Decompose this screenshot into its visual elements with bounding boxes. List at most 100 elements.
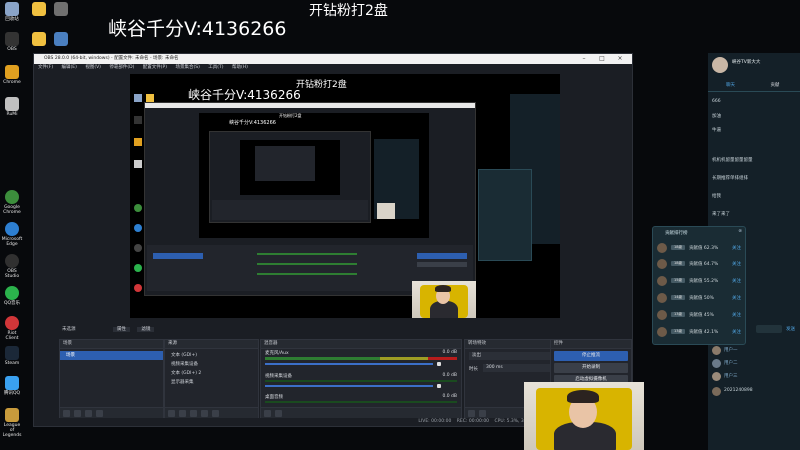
remove-transition-button[interactable] (479, 410, 486, 417)
chat-tabs: 聊天 贡献 (708, 81, 800, 92)
chat-input[interactable] (756, 325, 782, 333)
rank-row: 13级 贡献值 42.1% 关注 (657, 325, 741, 339)
viewer-row[interactable]: 2021240898 (712, 387, 796, 397)
mixer-settings-button[interactable] (264, 410, 271, 417)
source-toolbar: 未选源 属性 滤镜 (34, 325, 632, 335)
source-up-button[interactable] (201, 410, 208, 417)
add-source-button[interactable] (168, 410, 175, 417)
chat-message: 机机机留量留量留量 (712, 158, 753, 163)
source-settings-button[interactable] (190, 410, 197, 417)
send-button[interactable]: 发送 (786, 326, 795, 332)
rec-status: REC: 00:00:00 (456, 419, 490, 424)
menu-scene-collection[interactable]: 场景集合(S) (175, 65, 199, 70)
start-recording-button[interactable]: 开始录制 (554, 363, 628, 373)
volume-knob[interactable] (437, 384, 441, 388)
channel-db: 0.0 dB (442, 394, 457, 399)
minimize-icon[interactable]: – (576, 54, 592, 64)
mixer-menu-button[interactable] (275, 410, 282, 417)
desktop-icon-qq-music[interactable]: QQ音乐 (1, 286, 23, 306)
follow-button[interactable]: 关注 (732, 295, 741, 301)
maximize-icon[interactable]: □ (594, 54, 610, 64)
menu-tools[interactable]: 工具(T) (208, 65, 223, 70)
desktop-icon-recycle[interactable]: 回收站 (1, 2, 23, 22)
menu-file[interactable]: 文件(F) (38, 65, 53, 70)
desktop-icon-qq[interactable]: 腾讯QQ (1, 376, 23, 396)
scenes-dock: 场景 场景 (59, 339, 164, 421)
stop-streaming-button[interactable]: 停止推流 (554, 351, 628, 361)
chat-message: 666 (712, 99, 721, 104)
add-transition-button[interactable] (468, 410, 475, 417)
obs-titlebar[interactable]: OBS 28.0.0 (64-bit, windows) - 配置文件: 未命名… (34, 54, 632, 64)
source-label: 视频采集设备 (171, 362, 198, 367)
close-icon[interactable]: × (612, 54, 628, 64)
chat-message: 给我 (712, 194, 721, 199)
viewer-row[interactable]: 用户一 (712, 346, 796, 356)
follow-button[interactable]: 关注 (732, 329, 741, 335)
source-item[interactable]: 视频采集设备 (165, 360, 258, 369)
desktop-icon-obs-studio[interactable]: OBS Studio (1, 254, 23, 279)
desktop-icon-chrome[interactable]: Chrome (1, 65, 23, 85)
tab-chat[interactable]: 聊天 (726, 83, 735, 88)
move-down-button[interactable] (96, 410, 103, 417)
menu-profile[interactable]: 配置文件(P) (143, 65, 167, 70)
viewer-name: 用户一 (724, 348, 738, 353)
follow-button[interactable]: 关注 (732, 261, 741, 267)
chat-message: 来了来了 (712, 212, 730, 217)
sources-dock: 来源 文本 (GDI+) 视频采集设备 文本 (GDI+) 2 显示器采集 (164, 339, 259, 421)
follow-button[interactable]: 关注 (732, 245, 741, 251)
rank-row: 14级 贡献值 50% 关注 (657, 291, 741, 305)
desktop-icon-riot[interactable]: Riot Client (1, 316, 23, 341)
viewer-name: 用户三 (724, 374, 738, 379)
nested-rank (478, 169, 532, 261)
add-scene-button[interactable] (63, 410, 70, 417)
webcam-overlay (524, 382, 644, 450)
mixer-header: 混音器 (261, 340, 461, 349)
source-down-button[interactable] (212, 410, 219, 417)
streamer-avatar[interactable] (712, 57, 728, 73)
viewer-row[interactable]: 用户二 (712, 359, 796, 369)
desktop-icon-steam[interactable]: Steam (1, 346, 23, 366)
rank-title: 贡献排行榜 (665, 231, 688, 236)
desktop-icon-obs[interactable]: OBS (1, 32, 23, 52)
volume-meter (265, 401, 457, 403)
follow-button[interactable]: 关注 (732, 312, 741, 318)
overlay-title-right: 开钻粉打2盘 (309, 3, 388, 19)
desktop-icon-rumi[interactable]: RuMi (1, 97, 23, 117)
desktop-icon-google-chrome[interactable]: Google Chrome (1, 190, 23, 215)
mixer-channel: 视频采集设备 0.0 dB (261, 373, 461, 393)
remove-scene-button[interactable] (74, 410, 81, 417)
source-label: 文本 (GDI+) 2 (171, 371, 202, 376)
source-item[interactable]: 显示器采集 (165, 378, 258, 387)
menu-edit[interactable]: 编辑(E) (62, 65, 77, 70)
source-item[interactable]: 文本 (GDI+) 2 (165, 369, 258, 378)
chat-message: 牛逼 (712, 128, 721, 133)
menu-help[interactable]: 帮助(H) (232, 65, 248, 70)
nested-title-right: 开钻粉打2盘 (296, 80, 347, 90)
volume-slider[interactable] (265, 385, 433, 387)
rank-row: 15级 贡献值 55.2% 关注 (657, 274, 741, 288)
obs-preview[interactable]: 开钻粉打2盘 峡谷千分V:4136266 峡谷千分V:4136266 开钻粉打2… (130, 74, 560, 318)
volume-knob[interactable] (437, 362, 441, 366)
menu-view[interactable]: 视图(V) (85, 65, 101, 70)
scene-item[interactable]: 场景 (60, 351, 163, 360)
remove-source-button[interactable] (179, 410, 186, 417)
source-item[interactable]: 文本 (GDI+) (165, 351, 258, 360)
source-label: 文本 (GDI+) (171, 353, 197, 358)
follow-button[interactable]: 关注 (732, 278, 741, 284)
desktop-icon-extra-2[interactable] (28, 32, 50, 47)
desktop-icon-extra-4[interactable] (50, 32, 72, 47)
desktop-icon-lol[interactable]: League of Legends (1, 408, 23, 438)
desktop-icon-extra-3[interactable] (50, 2, 72, 17)
desktop-icon-extra-1[interactable] (28, 2, 50, 17)
nested-webcam (412, 281, 476, 318)
channel-db: 0.0 dB (442, 350, 457, 355)
viewer-row[interactable]: 用户三 (712, 372, 796, 382)
move-up-button[interactable] (85, 410, 92, 417)
tab-contribution[interactable]: 贡献 (770, 83, 779, 88)
properties-button[interactable]: 属性 (112, 327, 130, 332)
volume-slider[interactable] (265, 363, 433, 365)
filters-button[interactable]: 滤镜 (137, 327, 155, 332)
close-rank-icon[interactable]: ⊗ (738, 229, 742, 234)
desktop-icon-edge[interactable]: Microsoft Edge (1, 222, 23, 247)
menu-docks[interactable]: 停靠部件(D) (109, 65, 134, 70)
